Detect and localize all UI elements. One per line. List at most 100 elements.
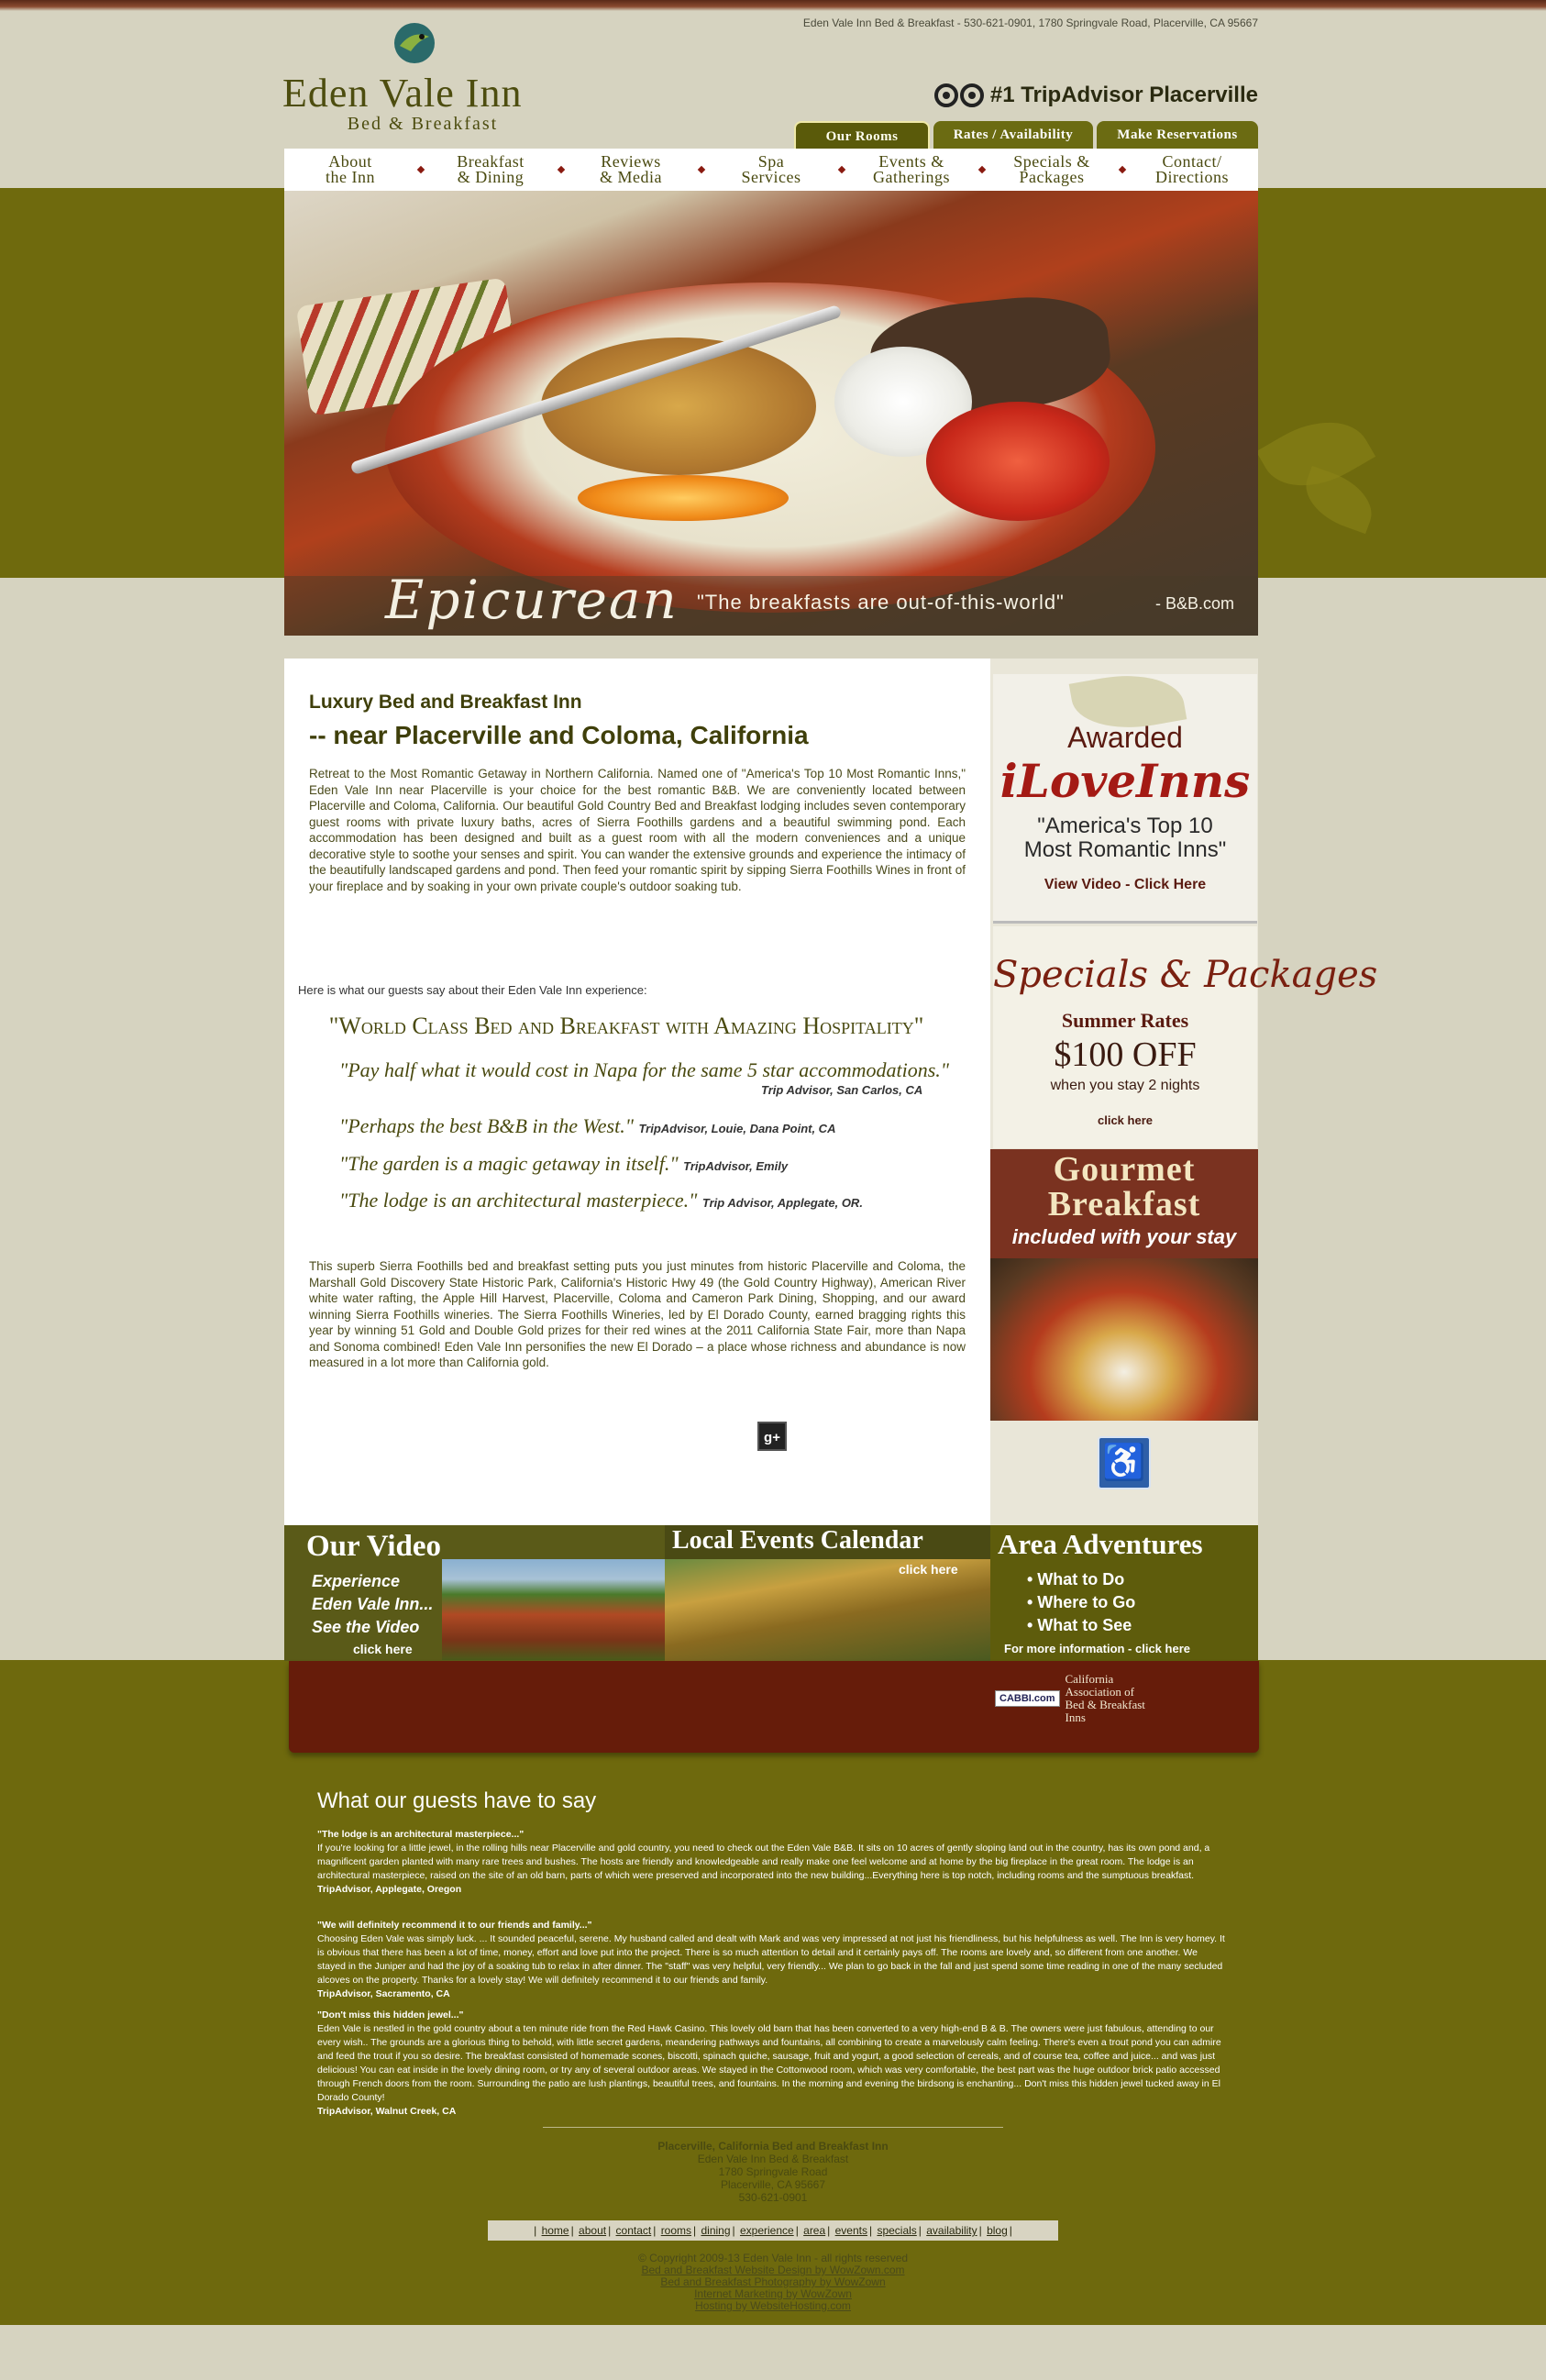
award-title: "America's Top 10 Most Romantic Inns" bbox=[1023, 814, 1227, 862]
nav-reviews[interactable]: Reviews & Media bbox=[572, 153, 690, 185]
guest-quote: "Perhaps the best B&B in the West." Trip… bbox=[339, 1114, 835, 1138]
footer-link-contact[interactable]: contact bbox=[616, 2224, 652, 2237]
nav-separator bbox=[557, 165, 565, 174]
local-events-title: Local Events Calendar bbox=[672, 1526, 923, 1555]
view-video-link[interactable]: View Video - Click Here bbox=[993, 877, 1257, 893]
guest-quote: "The lodge is an architectural masterpie… bbox=[339, 1189, 863, 1212]
cabbi-badge[interactable]: CABBI.com California Association of Bed … bbox=[995, 1673, 1160, 1724]
our-video-title: Our Video bbox=[306, 1530, 442, 1563]
testimonial-body: Eden Vale is nestled in the gold country… bbox=[317, 2023, 1221, 2103]
credit-link[interactable]: Bed and Breakfast Website Design by WowZ… bbox=[641, 2264, 904, 2276]
testimonial-body: If you're looking for a little jewel, in… bbox=[317, 1843, 1210, 1881]
guest-quote: "The garden is a magic getaway in itself… bbox=[339, 1152, 788, 1176]
gourmet-breakfast-title: Gourmet Breakfast bbox=[1047, 1150, 1201, 1223]
nav-separator bbox=[416, 165, 425, 174]
nav-separator bbox=[697, 165, 705, 174]
area-adventures-more-link[interactable]: For more information - click here bbox=[1004, 1642, 1190, 1655]
testimonial: "We will definitely recommend it to our … bbox=[317, 1919, 1227, 2001]
footer-link-events[interactable]: events bbox=[835, 2224, 867, 2237]
nav-specials[interactable]: Specials & Packages bbox=[993, 153, 1110, 185]
footer-link-blog[interactable]: blog bbox=[987, 2224, 1008, 2237]
area-adventures-title: Area Adventures bbox=[998, 1528, 1203, 1560]
guest-quote: "Pay half what it would cost in Napa for… bbox=[339, 1058, 949, 1082]
guest-quote-text: "The garden is a magic getaway in itself… bbox=[339, 1152, 679, 1175]
specials-click-link[interactable]: click here bbox=[993, 1113, 1257, 1127]
gourmet-breakfast-subtitle: included with your stay bbox=[1011, 1225, 1237, 1248]
local-events-click-link[interactable]: click here bbox=[899, 1562, 958, 1577]
footer-link-experience[interactable]: experience bbox=[740, 2224, 794, 2237]
testimonial: "Don't miss this hidden jewel..." Eden V… bbox=[317, 2009, 1227, 2119]
guest-quote-text: "Perhaps the best B&B in the West." bbox=[339, 1114, 634, 1137]
footer-link-availability[interactable]: availability bbox=[926, 2224, 977, 2237]
footer-copyright: © Copyright 2009-13 Eden Vale Inn - all … bbox=[513, 2253, 1033, 2312]
page-subheading: -- near Placerville and Coloma, Californ… bbox=[309, 721, 809, 749]
hero-orange bbox=[578, 475, 789, 521]
testimonial-body: Choosing Eden Vale was simply luck. ... … bbox=[317, 1933, 1225, 1986]
hero-quote: "The breakfasts are out-of-this-world" bbox=[697, 591, 1065, 614]
area-paragraph: This superb Sierra Foothills bed and bre… bbox=[309, 1259, 966, 1369]
footer-links: | home | about | contact | rooms | dining | e… bbox=[488, 2220, 1058, 2241]
credit-link[interactable]: Hosting by WebsiteHosting.com bbox=[695, 2299, 851, 2312]
world-class-heading: "World Class Bed and Breakfast with Amaz… bbox=[328, 1013, 924, 1039]
footer-link-rooms[interactable]: rooms bbox=[661, 2224, 691, 2237]
specials-title: Specials & Packages bbox=[993, 954, 1378, 996]
footer-city: Placerville, CA 95667 bbox=[720, 2178, 826, 2191]
list-item[interactable]: • What to Do bbox=[1027, 1568, 1135, 1591]
area-adventures-list: • What to Do • Where to Go • What to See bbox=[1027, 1568, 1135, 1637]
header-address: Eden Vale Inn Bed & Breakfast - 530-621-… bbox=[802, 17, 1258, 29]
bottom-strip bbox=[0, 2325, 1546, 2380]
nav-breakfast[interactable]: Breakfast & Dining bbox=[432, 153, 549, 185]
testimonial-title: "We will definitely recommend it to our … bbox=[317, 1920, 592, 1931]
footer-link-home[interactable]: home bbox=[542, 2224, 569, 2237]
summer-rates-label: Summer Rates bbox=[1061, 1009, 1189, 1032]
testimonial: "The lodge is an architectural masterpie… bbox=[317, 1828, 1227, 1897]
logo-name[interactable]: Eden Vale Inn bbox=[282, 70, 558, 116]
tripadvisor-owl-icon bbox=[933, 81, 985, 110]
iloveinns-logo: iLoveInns bbox=[999, 754, 1251, 808]
footer-link-specials[interactable]: specials bbox=[877, 2224, 916, 2237]
cabbi-logo: CABBI.com bbox=[995, 1690, 1060, 1707]
accessibility-icon[interactable]: ♿ bbox=[1098, 1436, 1151, 1489]
nav-contact[interactable]: Contact/ Directions bbox=[1133, 153, 1251, 185]
footer-business-name: Eden Vale Inn Bed & Breakfast bbox=[697, 2153, 849, 2165]
footer-business-title: Placerville, California Bed and Breakfas… bbox=[657, 2140, 889, 2153]
page-heading: Luxury Bed and Breakfast Inn bbox=[309, 692, 582, 713]
main-nav: About the Inn Breakfast & Dining Reviews… bbox=[284, 149, 1258, 191]
our-video-click-link[interactable]: click here bbox=[353, 1642, 413, 1656]
guest-intro-text: Here is what our guests say about their … bbox=[298, 983, 647, 997]
tripadvisor-badge[interactable]: #1 TripAdvisor Placerville bbox=[926, 77, 1258, 114]
breakfast-photo bbox=[990, 1258, 1258, 1421]
testimonial-title: "The lodge is an architectural masterpie… bbox=[317, 1829, 525, 1840]
list-item[interactable]: • What to See bbox=[1027, 1614, 1135, 1637]
nav-events[interactable]: Events & Gatherings bbox=[853, 153, 970, 185]
nav-spa[interactable]: Spa Services bbox=[712, 153, 830, 185]
discount-condition: when you stay 2 nights bbox=[1050, 1078, 1200, 1093]
guest-quote-source: Trip Advisor, Applegate, OR. bbox=[701, 1196, 863, 1210]
hero-quote-source: - B&B.com bbox=[1155, 594, 1235, 613]
tab-rates-availability[interactable]: Rates / Availability bbox=[933, 121, 1093, 149]
testimonial-source: TripAdvisor, Walnut Creek, CA bbox=[317, 2106, 457, 2117]
hero-tomato bbox=[926, 402, 1110, 521]
credit-link[interactable]: Bed and Breakfast Photography by WowZown bbox=[660, 2275, 885, 2288]
tab-make-reservations[interactable]: Make Reservations bbox=[1097, 121, 1258, 149]
google-plus-icon[interactable]: g+ bbox=[757, 1422, 787, 1451]
inn-exterior-photo bbox=[442, 1559, 665, 1660]
footer-phone: 530-621-0901 bbox=[738, 2191, 808, 2204]
footer-link-dining[interactable]: dining bbox=[701, 2224, 730, 2237]
tab-our-rooms[interactable]: Our Rooms bbox=[794, 121, 930, 149]
footer-street: 1780 Springvale Road bbox=[718, 2165, 828, 2178]
nav-separator bbox=[977, 165, 986, 174]
footer-link-about[interactable]: about bbox=[579, 2224, 606, 2237]
footer-address: Placerville, California Bed and Breakfas… bbox=[513, 2140, 1033, 2204]
credit-link[interactable]: Internet Marketing by WowZown bbox=[694, 2287, 852, 2300]
footer-link-area[interactable]: area bbox=[803, 2224, 825, 2237]
testimonials-heading: What our guests have to say bbox=[317, 1788, 597, 1813]
list-item[interactable]: • Where to Go bbox=[1027, 1591, 1135, 1614]
testimonial-source: TripAdvisor, Sacramento, CA bbox=[317, 1988, 450, 1999]
guest-quote-source: Trip Advisor, San Carlos, CA bbox=[761, 1083, 923, 1097]
logo-subtitle: Bed & Breakfast bbox=[347, 114, 499, 134]
tripadvisor-rank: #1 TripAdvisor Placerville bbox=[989, 83, 1258, 107]
nav-about[interactable]: About the Inn bbox=[292, 153, 409, 185]
guest-quote-source: TripAdvisor, Louie, Dana Point, CA bbox=[638, 1122, 836, 1135]
logo-bird-icon[interactable] bbox=[387, 20, 442, 66]
